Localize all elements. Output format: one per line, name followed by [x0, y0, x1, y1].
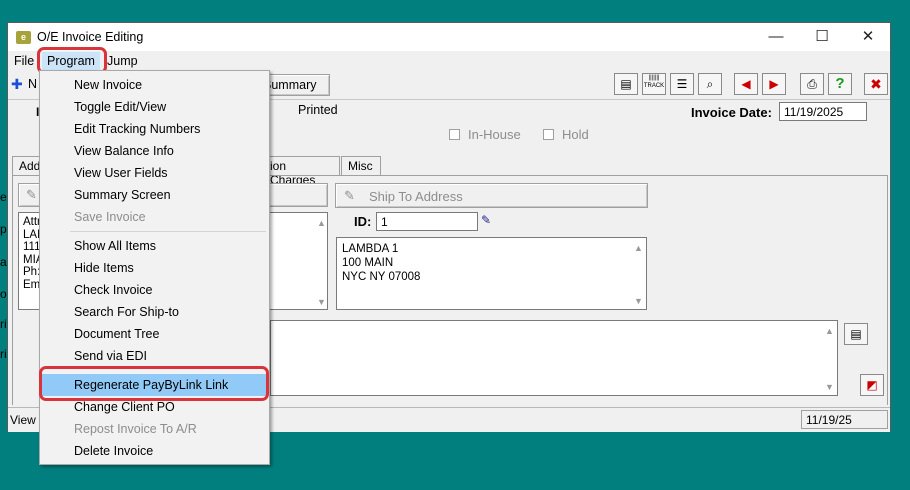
left-edge-label-1: e	[0, 190, 7, 204]
menu-item-summary-screen[interactable]: Summary Screen	[41, 184, 268, 206]
print-icon[interactable]: ⎙	[800, 73, 824, 95]
next-arrow-icon[interactable]: ▶	[762, 73, 786, 95]
maximize-button[interactable]: ☐	[799, 23, 845, 51]
app-icon: e	[16, 31, 31, 44]
ship-to-id-edit-icon[interactable]: ✎	[481, 213, 491, 227]
menu-file[interactable]: File	[14, 54, 34, 68]
program-dropdown-menu: New Invoice Toggle Edit/View Edit Tracki…	[39, 70, 270, 465]
tab-misc[interactable]: Misc	[341, 156, 381, 176]
ship-to-scroll-down-icon[interactable]: ▼	[634, 296, 643, 306]
hold-checkbox[interactable]	[543, 129, 554, 140]
previous-arrow-icon[interactable]: ◀	[734, 73, 758, 95]
ship-to-address-box[interactable]: LAMBDA 1 100 MAIN NYC NY 07008 ▲ ▼	[336, 237, 647, 310]
ship-to-id-field[interactable]: 1	[376, 212, 478, 231]
left-edge-label-4: o	[0, 287, 7, 301]
ship-to-edit-icon: ✎	[344, 188, 355, 203]
exit-icon[interactable]: ✖	[864, 73, 888, 95]
track-barcode-icon[interactable]: ||||||| TRACK	[642, 73, 666, 95]
ship-to-button-label: Ship To Address	[369, 189, 463, 204]
status-left-text: View I	[10, 413, 43, 427]
invoice-date-label: Invoice Date:	[691, 105, 772, 120]
ship-to-scroll-up-icon[interactable]: ▲	[634, 243, 643, 253]
ship-to-line-3: NYC NY 07008	[342, 271, 421, 283]
ship-to-line-1: LAMBDA 1	[342, 243, 399, 255]
tab-address[interactable]: Add	[12, 156, 42, 176]
notes-icon[interactable]: ☰	[670, 73, 694, 95]
menu-item-search-for-ship-to[interactable]: Search For Ship-to	[41, 301, 268, 323]
menu-jump[interactable]: Jump	[107, 54, 138, 68]
notes-edit-icon[interactable]: ◩	[860, 374, 884, 396]
in-house-label: In-House	[468, 127, 521, 142]
close-button[interactable]: ✕	[845, 23, 891, 51]
invoice-date-field[interactable]: 11/19/2025	[779, 102, 867, 121]
menu-item-edit-tracking-numbers[interactable]: Edit Tracking Numbers	[41, 118, 268, 140]
menu-item-hide-items[interactable]: Hide Items	[41, 257, 268, 279]
new-plus-icon[interactable]: ✚	[11, 76, 23, 93]
in-house-checkbox[interactable]	[449, 129, 460, 140]
status-date-panel: 11/19/25	[801, 410, 888, 429]
bill-to-scroll-down-icon[interactable]: ▼	[317, 297, 326, 307]
title-bar[interactable]: e O/E Invoice Editing — ☐ ✕	[8, 23, 890, 51]
minimize-button[interactable]: —	[753, 23, 799, 51]
menu-separator-1	[70, 231, 266, 232]
window-title: O/E Invoice Editing	[37, 30, 144, 44]
ship-to-line-2: 100 MAIN	[342, 257, 394, 269]
ship-to-id-value: 1	[381, 215, 388, 229]
ship-to-id-label: ID:	[354, 214, 372, 229]
menu-item-send-via-edi[interactable]: Send via EDI	[41, 345, 268, 367]
menu-item-repost-invoice-to-ar: Repost Invoice To A/R	[74, 422, 197, 436]
left-edge-label-6: ri	[0, 347, 7, 361]
summary-button-label: Summary	[263, 78, 317, 92]
left-edge-label-2: p	[0, 222, 7, 236]
ship-to-address-button[interactable]: ✎ Ship To Address	[335, 183, 648, 208]
menu-item-show-all-items[interactable]: Show All Items	[41, 235, 268, 257]
menu-item-new-invoice[interactable]: New Invoice	[41, 74, 268, 96]
tab-charges[interactable]: ion Charges	[270, 156, 340, 187]
notes-scroll-up-icon[interactable]: ▲	[825, 326, 834, 336]
notes-scroll-down-icon[interactable]: ▼	[825, 382, 834, 392]
menu-item-view-user-fields[interactable]: View User Fields	[41, 162, 268, 184]
search-icon[interactable]: ⌕	[698, 73, 722, 95]
printed-status: Printed	[298, 103, 338, 117]
menu-item-delete-invoice[interactable]: Delete Invoice	[41, 440, 268, 462]
invoice-date-value: 11/19/2025	[784, 105, 844, 119]
notes-textarea[interactable]: ▲ ▼	[270, 320, 838, 396]
menu-item-document-tree[interactable]: Document Tree	[41, 323, 268, 345]
menu-item-view-balance-info[interactable]: View Balance Info	[41, 140, 268, 162]
regenerate-paybylink-annotation	[39, 366, 269, 401]
track-label: TRACK	[643, 83, 665, 89]
ship-to-address-lines: LAMBDA 1 100 MAIN NYC NY 07008	[342, 242, 420, 284]
help-icon[interactable]: ?	[828, 73, 852, 95]
left-edge-label-3: a	[0, 255, 7, 269]
documents-icon[interactable]: ▤	[614, 73, 638, 95]
menu-item-check-invoice[interactable]: Check Invoice	[41, 279, 268, 301]
status-date: 11/19/25	[806, 413, 852, 427]
hold-label: Hold	[562, 127, 589, 142]
menu-bar: File Program Jump	[8, 51, 890, 71]
left-edge-label-5: ri	[0, 317, 7, 331]
new-invoice-toolbar-label[interactable]: N	[28, 77, 37, 91]
menu-item-toggle-edit-view[interactable]: Toggle Edit/View	[41, 96, 268, 118]
bill-to-scroll-up-icon[interactable]: ▲	[317, 218, 326, 228]
notes-list-icon[interactable]: ▤	[844, 323, 868, 345]
bill-to-edit-icon: ✎	[26, 187, 37, 202]
menu-item-save-invoice: Save Invoice	[74, 210, 146, 224]
